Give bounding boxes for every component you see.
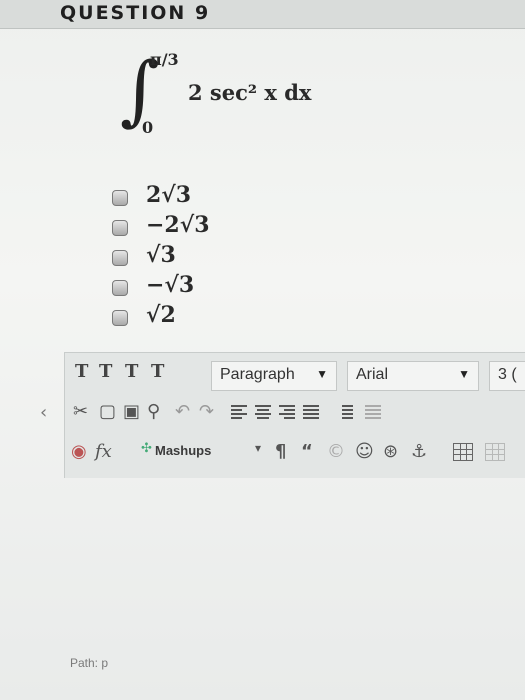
question-header: QUESTION 9 <box>0 0 525 29</box>
align-right-icon[interactable] <box>279 405 295 419</box>
font-select[interactable]: Arial ▼ <box>347 361 479 391</box>
underline-button[interactable]: T <box>125 361 138 382</box>
formula-icon[interactable]: fx <box>95 441 112 462</box>
editor-path: Path: p <box>70 656 109 670</box>
copy-icon[interactable]: ▢ <box>99 401 116 422</box>
choice-label: 2√3 <box>146 182 192 208</box>
paragraph-mark-icon[interactable]: ¶ <box>275 441 286 462</box>
radio-button[interactable] <box>112 190 128 206</box>
choice-label: √2 <box>146 302 176 328</box>
indent-icon[interactable] <box>365 405 381 419</box>
chevron-down-icon: ▼ <box>458 367 470 381</box>
undo-icon[interactable]: ↶ <box>175 401 190 422</box>
question-title: QUESTION 9 <box>60 2 211 24</box>
choice-label: √3 <box>146 242 176 268</box>
italic-button[interactable]: T <box>99 361 112 382</box>
paragraph-select-label: Paragraph <box>220 366 295 383</box>
find-icon[interactable]: ⚲ <box>147 401 160 422</box>
mashups-icon: ✣ <box>141 441 152 456</box>
strikethrough-button[interactable]: T <box>151 361 164 382</box>
radio-button[interactable] <box>112 280 128 296</box>
side-arrow-icon: ‹ <box>40 402 48 423</box>
integrand: 2 sec² x dx <box>188 80 312 105</box>
font-size-select[interactable]: 3 ( <box>489 361 525 391</box>
toolbar-row-2: ✂ ▢ ▣ ⚲ ↶ ↷ <box>65 395 525 431</box>
toolbar-row-3: ◉ fx ✣ Mashups ▾ ¶ “ © ☺ ⊛ ⚓ <box>65 435 525 471</box>
choice-label: −2√3 <box>146 212 210 238</box>
font-select-label: Arial <box>356 366 389 383</box>
rich-text-editor: T T T T Paragraph ▼ Arial ▼ 3 ( ✂ ▢ ▣ ⚲ … <box>64 352 525 478</box>
chevron-down-icon: ▼ <box>316 367 328 381</box>
upper-limit: π/3 <box>150 50 179 69</box>
mashups-label[interactable]: Mashups <box>155 443 211 458</box>
choice-label: −√3 <box>146 272 195 298</box>
cut-icon[interactable]: ✂ <box>73 401 88 422</box>
table-icon[interactable] <box>453 443 473 461</box>
anchor-icon[interactable]: ⚓ <box>411 441 427 462</box>
copyright-icon[interactable]: © <box>327 441 345 462</box>
radio-button[interactable] <box>112 310 128 326</box>
radio-button[interactable] <box>112 250 128 266</box>
spellcheck-icon[interactable]: ◉ <box>71 441 87 462</box>
paragraph-select[interactable]: Paragraph ▼ <box>211 361 337 391</box>
radio-button[interactable] <box>112 220 128 236</box>
chevron-down-icon[interactable]: ▾ <box>255 441 261 455</box>
align-left-icon[interactable] <box>231 405 247 419</box>
align-center-icon[interactable] <box>255 405 271 419</box>
emoticon-icon[interactable]: ☺ <box>355 441 374 462</box>
integral-expression: ∫ π/3 0 2 sec² x dx <box>120 50 380 142</box>
lower-limit: 0 <box>142 118 154 137</box>
paste-icon[interactable]: ▣ <box>123 401 140 422</box>
list-icon[interactable] <box>337 405 353 419</box>
quote-icon[interactable]: “ <box>301 441 313 462</box>
table-properties-icon[interactable] <box>485 443 505 461</box>
redo-icon[interactable]: ↷ <box>199 401 214 422</box>
font-size-label: 3 ( <box>498 366 517 383</box>
special-char-icon[interactable]: ⊛ <box>383 441 398 462</box>
toolbar-row-1: T T T T Paragraph ▼ Arial ▼ 3 ( <box>65 357 525 393</box>
text-style-button[interactable]: T <box>75 361 88 382</box>
align-justify-icon[interactable] <box>303 405 319 419</box>
